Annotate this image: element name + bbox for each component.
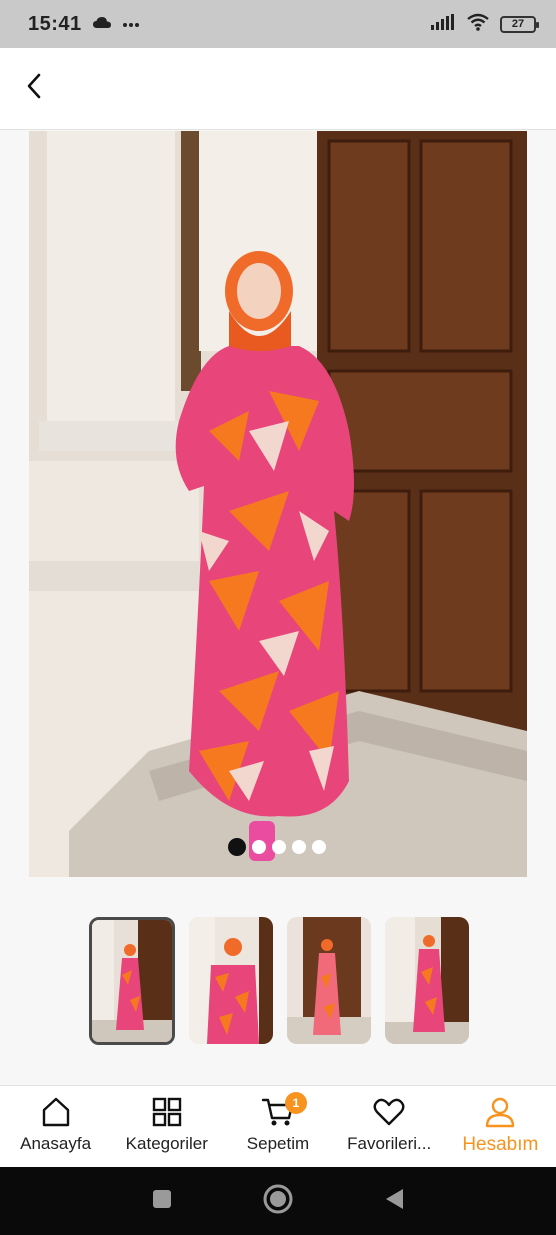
thumbnail-2[interactable]	[189, 917, 273, 1044]
pagination-dot[interactable]	[272, 840, 286, 854]
nav-label-account: Hesabım	[462, 1134, 539, 1155]
nav-item-categories[interactable]: Kategoriler	[112, 1094, 222, 1154]
thumbnail-4[interactable]	[385, 917, 469, 1044]
pagination-dot[interactable]	[252, 840, 266, 854]
home-icon	[40, 1094, 72, 1130]
battery-icon: 27	[500, 15, 539, 33]
grid-icon	[151, 1094, 183, 1130]
cart-count-badge: 1	[284, 1092, 307, 1114]
thumbnail-strip	[89, 917, 469, 1045]
nav-item-account[interactable]: Hesabım	[445, 1094, 555, 1156]
status-bar: 15:41 27	[0, 0, 556, 48]
product-main-image[interactable]	[29, 131, 527, 877]
wifi-icon	[466, 13, 490, 36]
pagination-dot[interactable]	[228, 838, 246, 856]
signal-icon	[430, 13, 456, 35]
more-dots-icon	[122, 15, 140, 33]
pagination-dot[interactable]	[292, 840, 306, 854]
status-time: 15:41	[28, 12, 82, 35]
nav-label-categories: Kategoriler	[125, 1134, 208, 1153]
nav-item-cart[interactable]: 1 Sepetim	[223, 1092, 333, 1154]
nav-label-favorites: Favorileri...	[347, 1134, 432, 1153]
nav-label-cart: Sepetim	[246, 1134, 310, 1153]
thumbnail-3[interactable]	[287, 917, 371, 1044]
app-header	[0, 48, 556, 130]
gallery-pagination	[228, 838, 326, 856]
system-navigation-bar	[0, 1167, 556, 1235]
back-triangle-icon[interactable]	[383, 1187, 405, 1216]
nav-item-home[interactable]: Anasayfa	[1, 1094, 111, 1154]
heart-icon	[373, 1094, 405, 1130]
user-icon	[484, 1094, 516, 1130]
nav-label-home: Anasayfa	[20, 1134, 92, 1153]
back-button[interactable]	[22, 73, 46, 104]
bottom-navigation: Anasayfa Kategoriler 1 Sepetim Favoriler…	[0, 1085, 556, 1167]
model-photo	[29, 131, 527, 877]
cloud-icon	[92, 15, 112, 34]
home-button-icon[interactable]	[263, 1184, 293, 1219]
thumbnail-1[interactable]	[89, 917, 175, 1045]
chevron-left-icon	[26, 73, 42, 104]
pagination-dot[interactable]	[312, 840, 326, 854]
nav-item-favorites[interactable]: Favorileri...	[334, 1094, 444, 1154]
recent-apps-icon[interactable]	[151, 1188, 173, 1215]
